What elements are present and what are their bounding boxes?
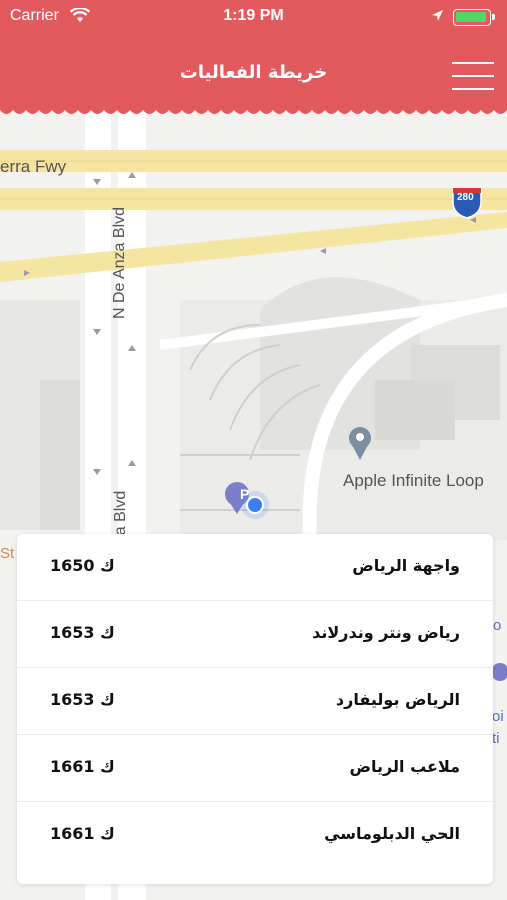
event-distance: 1653 ك [50,623,115,642]
list-item[interactable]: الحي الدبلوماسي 1661 ك [17,802,493,869]
list-item[interactable]: الرياض بوليفارد 1653 ك [17,668,493,735]
street-label: N De Anza Blvd [111,206,129,320]
event-distance: 1650 ك [50,556,115,575]
poi-label: Apple Infinite Loop [343,471,484,490]
header-wave-edge [0,104,507,114]
event-distance: 1653 ك [50,690,115,709]
event-name: واجهة الرياض [352,556,460,575]
nav-header: خريطة الفعاليات [0,34,507,106]
events-list: واجهة الرياض 1650 ك رياض ونتر وندرلاند 1… [17,534,493,884]
interstate-number: 280 [457,192,474,203]
hamburger-icon [452,62,494,64]
event-name: الحي الدبلوماسي [324,824,460,843]
event-name: ملاعب الرياض [349,757,460,776]
battery-level [456,12,486,22]
freeway-label: erra Fwy [0,157,67,176]
battery-icon [453,9,495,26]
page-title: خريطة الفعاليات [179,62,328,83]
status-bar: Carrier 1:19 PM [0,0,507,34]
map-edge-label: o [493,617,502,634]
event-name: رياض ونتر وندرلاند [312,623,460,642]
map-edge-label: oi [492,708,504,725]
list-item[interactable]: رياض ونتر وندرلاند 1653 ك [17,601,493,668]
location-arrow-icon [431,9,444,27]
event-distance: 1661 ك [50,824,115,843]
list-item[interactable]: ملاعب الرياض 1661 ك [17,735,493,802]
map-edge-label: St [0,545,15,562]
map-edge-label: ti [492,730,500,747]
street-label: a Blvd [112,490,130,536]
hamburger-menu-button[interactable] [452,60,494,92]
event-distance: 1661 ك [50,757,115,776]
event-name: الرياض بوليفارد [335,690,460,709]
list-item[interactable]: واجهة الرياض 1650 ك [17,534,493,601]
